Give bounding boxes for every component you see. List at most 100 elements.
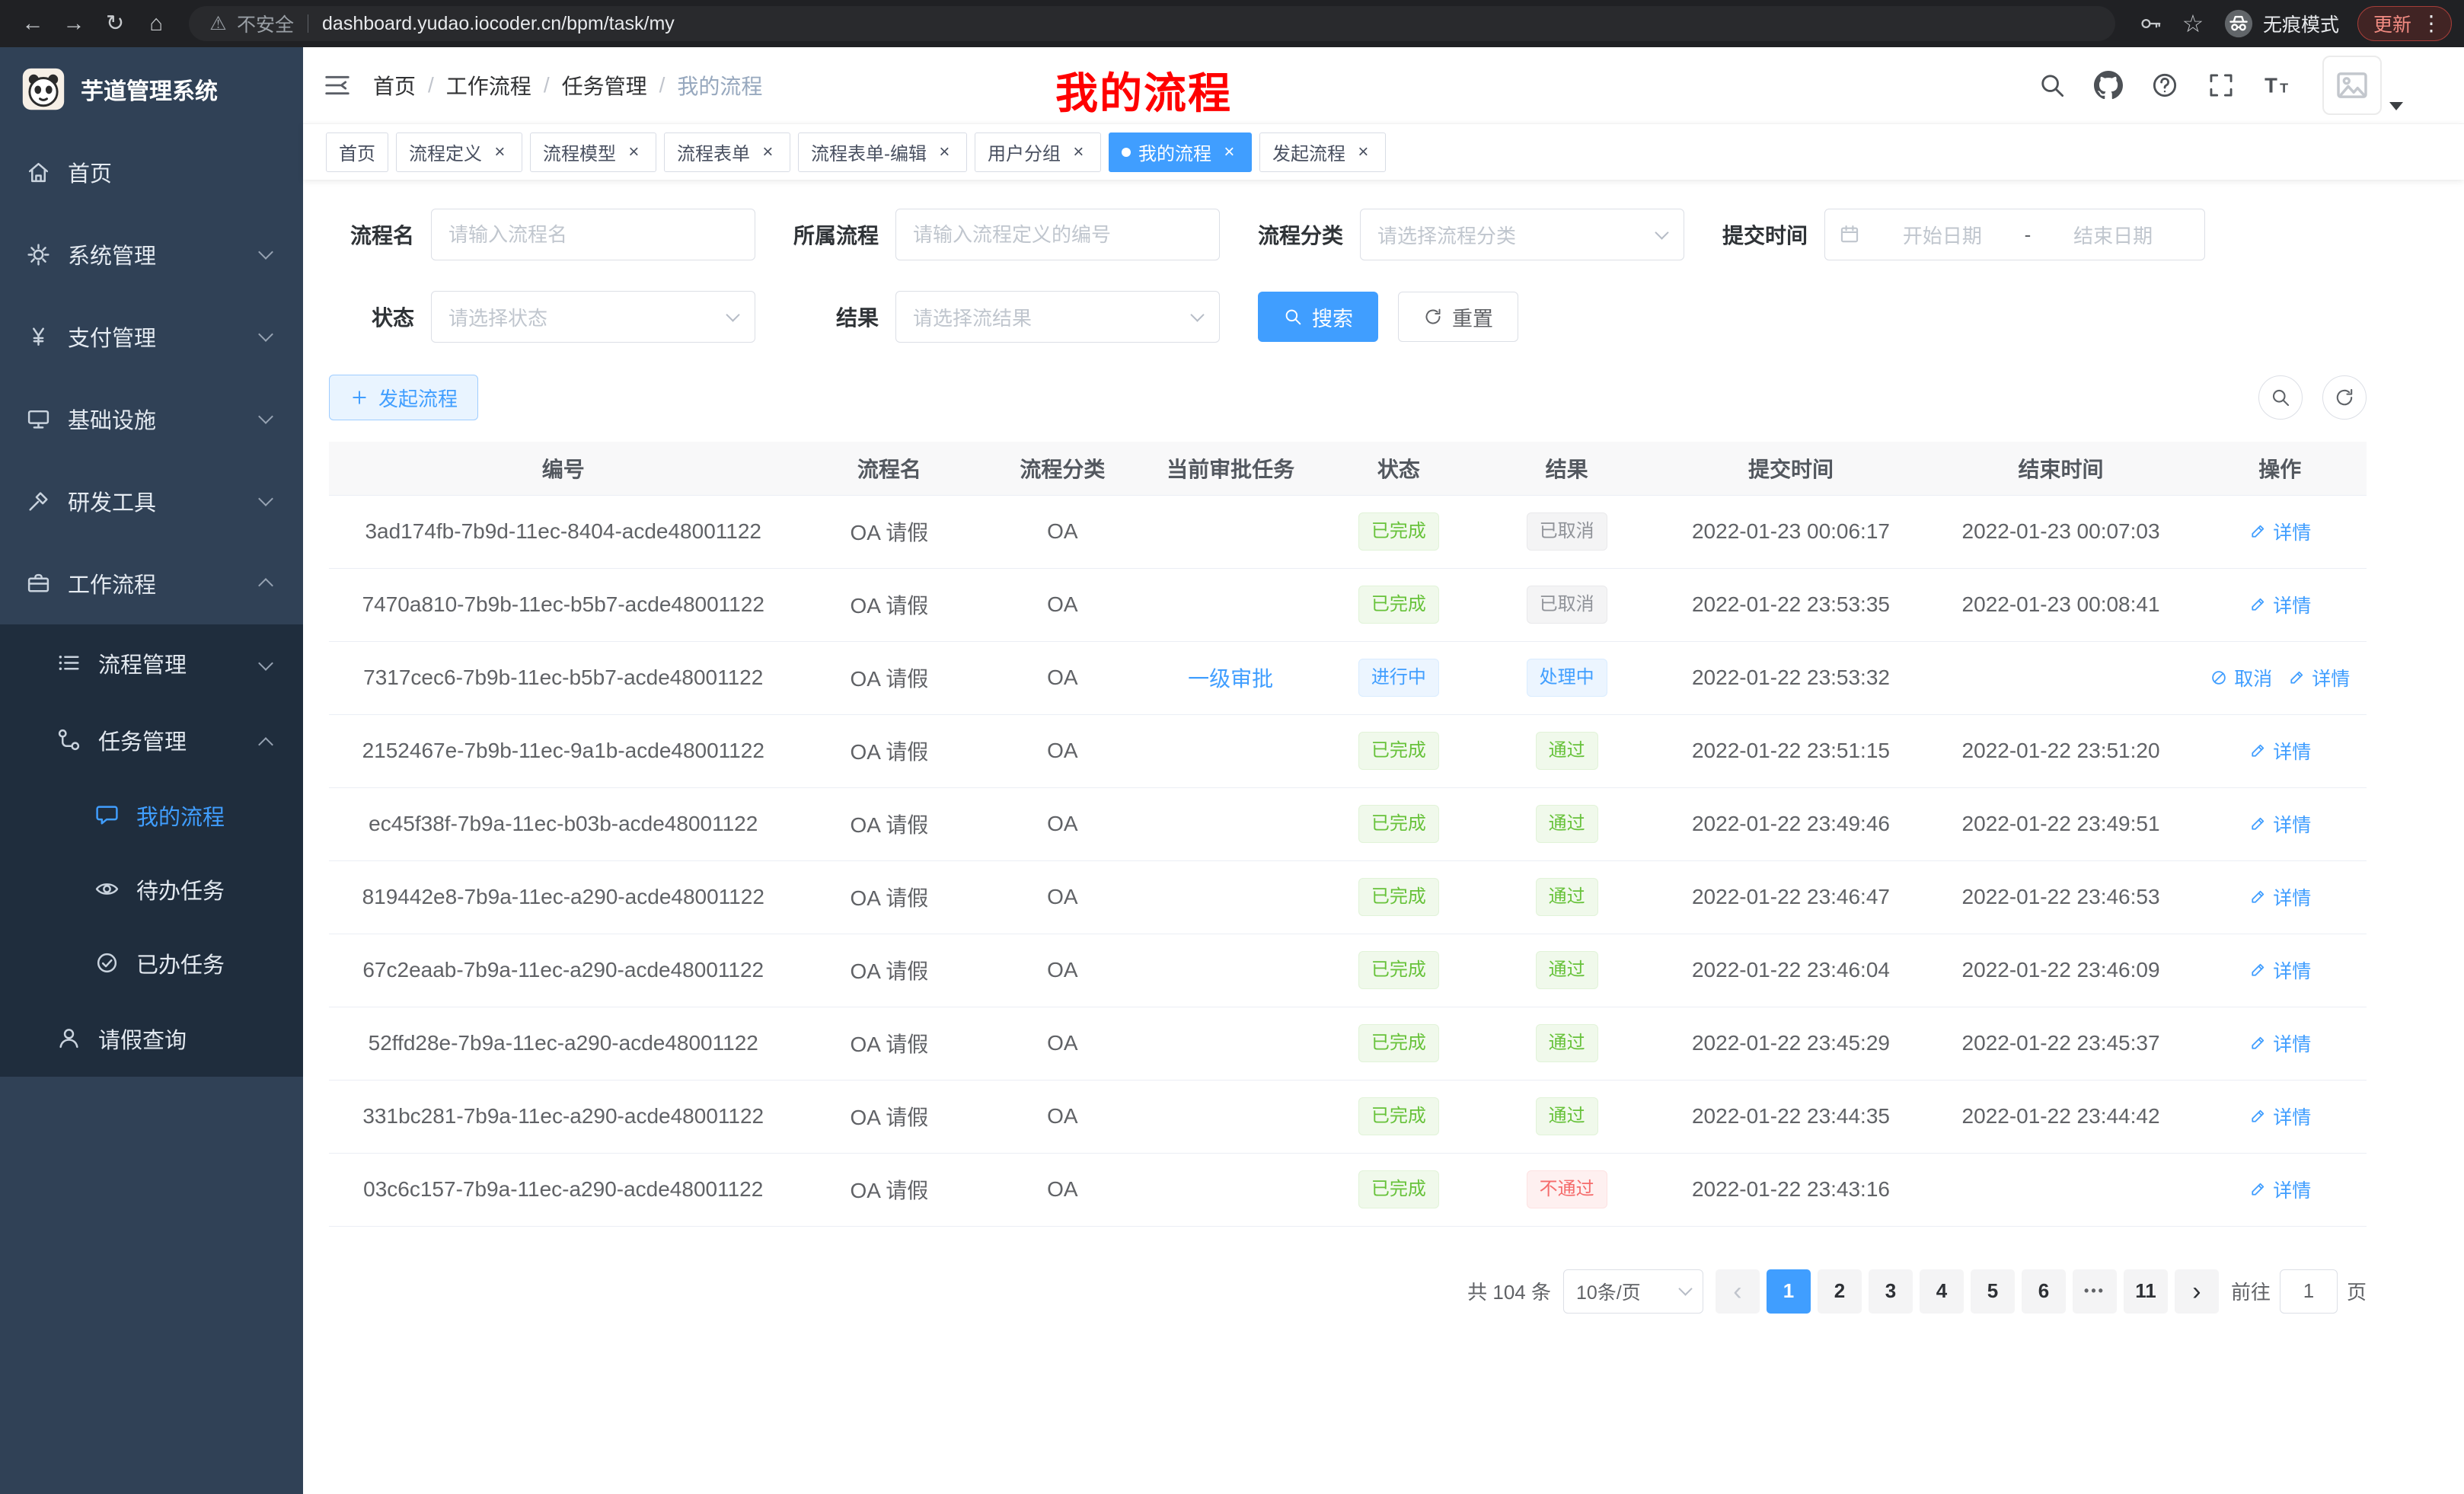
page-button-11[interactable]: 11 (2124, 1269, 2168, 1314)
sidebar-item-my-process[interactable]: 我的流程 (0, 778, 303, 852)
reload-icon[interactable]: ↻ (97, 6, 132, 41)
search-button[interactable]: 搜索 (1258, 292, 1378, 342)
sidebar-item-workflow[interactable]: 工作流程 (0, 542, 303, 624)
detail-action[interactable]: 详情 (2249, 1176, 2311, 1203)
update-button[interactable]: 更新 ⋮ (2357, 6, 2452, 41)
detail-action[interactable]: 详情 (2249, 956, 2311, 984)
current-task (1144, 568, 1317, 641)
sidebar-item-leave-query[interactable]: 请假查询 (0, 1000, 303, 1077)
browser-home-icon[interactable]: ⌂ (139, 6, 174, 41)
kebab-menu-icon[interactable]: ⋮ (2421, 13, 2442, 34)
tab-home[interactable]: 首页 (326, 132, 388, 172)
cancel-action[interactable]: 取消 (2210, 664, 2272, 691)
breadcrumb-separator: / (428, 73, 434, 97)
tab-label: 流程表单 (677, 139, 750, 165)
current-task (1144, 1153, 1317, 1226)
page-button-1[interactable]: 1 (1767, 1269, 1811, 1314)
table-row: ec45f38f-7b9a-11ec-b03b-acde48001122OA 请… (329, 787, 2367, 860)
status-select[interactable]: 请选择状态 (431, 291, 755, 343)
search-icon[interactable] (2038, 71, 2067, 100)
sidebar-item-done-tasks[interactable]: 已办任务 (0, 926, 303, 1000)
sidebar-item-dev-tools[interactable]: 研发工具 (0, 460, 303, 542)
forward-icon[interactable]: → (56, 6, 91, 41)
submit-time: 2022-01-22 23:43:16 (1653, 1153, 1928, 1226)
status-tag: 进行中 (1358, 659, 1439, 697)
close-icon[interactable]: × (490, 142, 509, 162)
sidebar-item-home[interactable]: 首页 (0, 131, 303, 213)
result-cell: 通过 (1480, 1007, 1653, 1080)
page-size-select[interactable]: 10条/页 (1563, 1269, 1703, 1314)
fullscreen-icon[interactable] (2207, 71, 2236, 100)
detail-action[interactable]: 详情 (2249, 737, 2311, 765)
detail-action[interactable]: 详情 (2249, 1030, 2311, 1057)
github-icon[interactable] (2094, 71, 2123, 100)
breadcrumb-item[interactable]: 首页 (373, 70, 416, 101)
refresh-table-button[interactable] (2322, 375, 2367, 420)
process-definition-input[interactable] (895, 209, 1220, 260)
detail-action[interactable]: 详情 (2249, 1103, 2311, 1130)
current-task (1144, 934, 1317, 1007)
detail-action[interactable]: 详情 (2249, 518, 2311, 545)
sidebar-item-task-management[interactable]: 任务管理 (0, 701, 303, 778)
detail-action[interactable]: 详情 (2287, 664, 2350, 691)
close-icon[interactable]: × (624, 142, 643, 162)
reset-button[interactable]: 重置 (1398, 292, 1518, 342)
next-page-button[interactable]: › (2175, 1269, 2219, 1314)
page-button-5[interactable]: 5 (1971, 1269, 2015, 1314)
help-icon[interactable] (2150, 71, 2179, 100)
back-icon[interactable]: ← (15, 6, 50, 41)
sidebar-item-system-management[interactable]: 系统管理 (0, 213, 303, 295)
goto-page-input[interactable] (2280, 1269, 2338, 1314)
more-pages-button[interactable]: ••• (2073, 1269, 2117, 1314)
detail-action[interactable]: 详情 (2249, 591, 2311, 618)
close-icon[interactable]: × (1219, 142, 1239, 162)
close-icon[interactable]: × (1353, 142, 1373, 162)
result-select[interactable]: 请选择流结果 (895, 291, 1220, 343)
status-cell: 已完成 (1317, 934, 1480, 1007)
tab-start-process[interactable]: 发起流程× (1259, 132, 1386, 172)
font-size-icon[interactable]: TT (2263, 71, 2292, 100)
page-button-6[interactable]: 6 (2022, 1269, 2066, 1314)
breadcrumb-item[interactable]: 任务管理 (562, 70, 647, 101)
page-button-3[interactable]: 3 (1869, 1269, 1913, 1314)
table-row: 03c6c157-7b9a-11ec-a290-acde48001122OA 请… (329, 1153, 2367, 1226)
column-header: 状态 (1317, 442, 1480, 495)
detail-action[interactable]: 详情 (2249, 883, 2311, 911)
tab-user-group[interactable]: 用户分组× (975, 132, 1101, 172)
sidebar-item-process-management[interactable]: 流程管理 (0, 624, 303, 701)
create-process-button[interactable]: 发起流程 (329, 375, 478, 420)
close-icon[interactable]: × (934, 142, 954, 162)
action-label: 详情 (2273, 591, 2311, 618)
cancel-icon (2210, 669, 2228, 687)
tab-process-form[interactable]: 流程表单 × (664, 132, 790, 172)
page-button-4[interactable]: 4 (1920, 1269, 1964, 1314)
user-avatar[interactable] (2322, 56, 2403, 115)
close-icon[interactable]: × (1068, 142, 1088, 162)
tab-process-form-edit[interactable]: 流程表单-编辑× (798, 132, 967, 172)
page-button-2[interactable]: 2 (1818, 1269, 1862, 1314)
key-icon[interactable] (2140, 12, 2162, 35)
address-bar[interactable]: ⚠ 不安全 dashboard.yudao.iocoder.cn/bpm/tas… (189, 6, 2115, 41)
detail-action[interactable]: 详情 (2249, 810, 2311, 838)
column-header: 流程名 (797, 442, 981, 495)
sidebar-item-todo-tasks[interactable]: 待办任务 (0, 852, 303, 926)
tab-my-process[interactable]: 我的流程× (1109, 132, 1252, 172)
sidebar-item-payment-management[interactable]: 支付管理 (0, 295, 303, 378)
app-logo[interactable]: 芋道管理系统 (0, 47, 303, 131)
close-icon[interactable]: × (758, 142, 777, 162)
navbar-actions: TT (2038, 56, 2403, 115)
breadcrumb-separator: / (544, 73, 550, 97)
submit-time-range-picker[interactable]: 开始日期 - 结束日期 (1824, 209, 2205, 260)
gear-icon (26, 242, 51, 267)
current-task-link[interactable]: 一级审批 (1188, 667, 1273, 691)
tab-process-model[interactable]: 流程模型× (530, 132, 656, 172)
star-icon[interactable]: ☆ (2181, 11, 2205, 36)
prev-page-button[interactable]: ‹ (1716, 1269, 1760, 1314)
category-select[interactable]: 请选择流程分类 (1360, 209, 1684, 260)
search-toggle-button[interactable] (2258, 375, 2303, 420)
sidebar-item-infrastructure[interactable]: 基础设施 (0, 378, 303, 460)
tab-process-definition[interactable]: 流程定义× (396, 132, 522, 172)
breadcrumb-item[interactable]: 工作流程 (446, 70, 531, 101)
menu-fold-icon[interactable] (323, 71, 352, 100)
process-name-input[interactable] (431, 209, 755, 260)
